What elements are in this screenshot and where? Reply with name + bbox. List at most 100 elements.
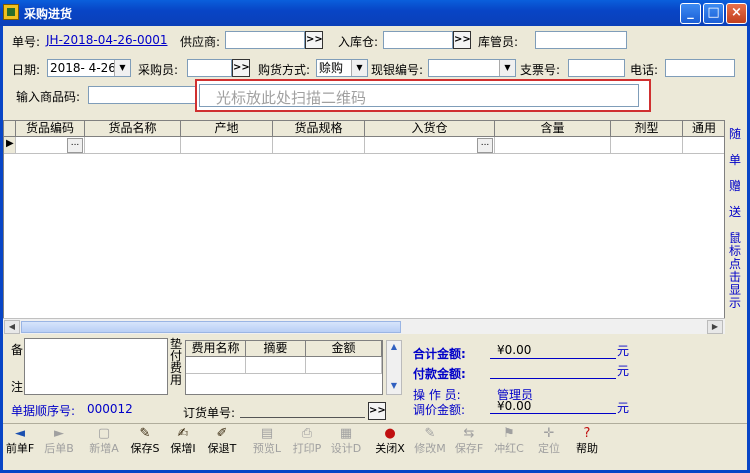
- cell-generic[interactable]: [683, 137, 724, 154]
- product-code-field[interactable]: [88, 86, 196, 104]
- serial-label: 单据顺序号:: [11, 404, 76, 418]
- reverse-button[interactable]: ⚑ 冲红C: [492, 426, 526, 460]
- adjust-label: 调价金额:: [413, 403, 466, 417]
- supplier-field[interactable]: [225, 31, 305, 49]
- fee-table[interactable]: 费用名称 摘要 金额: [185, 340, 383, 395]
- fee-col-amount[interactable]: 金额: [306, 341, 382, 357]
- edit-icon: ✎: [424, 426, 436, 441]
- order-ref-browse-button[interactable]: >>: [368, 402, 386, 420]
- scan-box[interactable]: 光标放此处扫描二维码: [195, 79, 651, 112]
- total-underline: [490, 358, 616, 359]
- cell-origin[interactable]: [181, 137, 273, 154]
- memo-label-bottom: 注: [11, 380, 24, 394]
- adjust-underline: [490, 413, 616, 414]
- warehouse-browse-button[interactable]: >>: [453, 31, 471, 49]
- edit-button[interactable]: ✎ 修改M: [413, 426, 447, 460]
- sidebar-char: 单: [728, 153, 741, 167]
- lookup-button[interactable]: ...: [67, 138, 83, 153]
- close-window-button[interactable]: ×: [726, 3, 747, 24]
- paid-label: 付款金额:: [413, 367, 466, 381]
- cell-dosage[interactable]: [611, 137, 683, 154]
- warehouse-field[interactable]: [383, 31, 453, 49]
- next-button[interactable]: ► 后单B: [42, 426, 76, 460]
- window-title: 采购进货: [24, 7, 73, 21]
- preview-button[interactable]: ▤ 预览L: [250, 426, 284, 460]
- buyer-label: 采购员:: [138, 63, 179, 77]
- check-no-field[interactable]: [568, 59, 625, 77]
- help-button[interactable]: ? 帮助: [570, 426, 604, 460]
- cell-spec[interactable]: [273, 137, 365, 154]
- fee-cell[interactable]: [246, 357, 306, 374]
- cell-warehouse[interactable]: ...: [365, 137, 495, 154]
- locate-icon: ✛: [543, 426, 555, 441]
- check-no-label: 支票号:: [520, 63, 561, 77]
- serial-value: 000012: [87, 402, 133, 416]
- purchase-method-select[interactable]: 赊购 ▼: [316, 59, 368, 77]
- phone-field[interactable]: [665, 59, 735, 77]
- save-button[interactable]: ✎ 保存S: [128, 426, 162, 460]
- memo-label-top: 备: [11, 343, 24, 357]
- design-button[interactable]: ▦ 设计D: [329, 426, 363, 460]
- keeper-field[interactable]: [535, 31, 627, 49]
- supplier-label: 供应商:: [180, 35, 221, 49]
- supplier-browse-button[interactable]: >>: [305, 31, 323, 49]
- scroll-left-icon[interactable]: ◀: [4, 320, 20, 334]
- date-picker[interactable]: 2018- 4-26 ▼: [47, 59, 131, 77]
- chevron-down-icon[interactable]: ▼: [114, 60, 130, 76]
- col-product-name[interactable]: 货品名称: [85, 121, 181, 137]
- scroll-right-icon[interactable]: ▶: [707, 320, 723, 334]
- col-generic[interactable]: 通用: [683, 121, 724, 137]
- cash-no-select[interactable]: ▼: [428, 59, 516, 77]
- fee-col-summary[interactable]: 摘要: [246, 341, 306, 357]
- row-indicator-header: [4, 121, 16, 137]
- cell-product-code[interactable]: ...: [16, 137, 85, 154]
- col-spec[interactable]: 货品规格: [273, 121, 365, 137]
- sidebar-char: 示: [728, 296, 741, 310]
- save-return-button[interactable]: ✐ 保退T: [205, 426, 239, 460]
- scroll-thumb[interactable]: [21, 321, 401, 333]
- lookup-button[interactable]: ...: [477, 138, 493, 153]
- col-content[interactable]: 含量: [495, 121, 611, 137]
- order-ref-field[interactable]: [240, 417, 365, 418]
- grid-horizontal-scrollbar[interactable]: ◀ ▶: [3, 318, 725, 334]
- cell-product-name[interactable]: [85, 137, 181, 154]
- locate-button[interactable]: ✛ 定位: [532, 426, 566, 460]
- print-button[interactable]: ⎙ 打印P: [290, 426, 324, 460]
- items-grid[interactable]: 货品编码 货品名称 产地 货品规格 入货仓 含量 剂型 通用 ▶ ... ...: [3, 120, 725, 332]
- help-icon: ?: [583, 426, 591, 441]
- minimize-button[interactable]: _: [680, 3, 701, 24]
- chevron-down-icon[interactable]: ▼: [351, 60, 367, 76]
- new-button[interactable]: ▢ 新增A: [87, 426, 121, 460]
- gift-sidebar-link[interactable]: 随 单 赠 送 鼠 标 点 击 显 示: [727, 120, 743, 332]
- chevron-down-icon[interactable]: ▼: [499, 60, 515, 76]
- buyer-field[interactable]: [187, 59, 232, 77]
- col-product-code[interactable]: 货品编码: [16, 121, 85, 137]
- scroll-down-icon[interactable]: ▼: [388, 381, 400, 393]
- paid-field[interactable]: [490, 378, 616, 379]
- maximize-button[interactable]: □: [703, 3, 724, 24]
- advance-char: 用: [170, 373, 183, 387]
- fee-cell[interactable]: [186, 357, 246, 374]
- fee-cell[interactable]: [306, 357, 382, 374]
- col-warehouse[interactable]: 入货仓: [365, 121, 495, 137]
- memo-field[interactable]: [24, 338, 168, 395]
- col-dosage[interactable]: 剂型: [611, 121, 683, 137]
- prev-button[interactable]: ◄ 前单F: [3, 426, 37, 460]
- fee-col-name[interactable]: 费用名称: [186, 341, 246, 357]
- scan-placeholder: 光标放此处扫描二维码: [216, 89, 367, 107]
- col-origin[interactable]: 产地: [181, 121, 273, 137]
- date-value: 2018- 4-26: [50, 61, 116, 75]
- save-f-button[interactable]: ⇆ 保存F: [452, 426, 486, 460]
- product-code-label: 输入商品码:: [16, 90, 81, 104]
- scroll-up-icon[interactable]: ▲: [388, 342, 400, 354]
- cell-content[interactable]: [495, 137, 611, 154]
- buyer-browse-button[interactable]: >>: [232, 59, 250, 77]
- adjust-value: ¥0.00: [497, 399, 532, 413]
- close-button[interactable]: ● 关闭X: [373, 426, 407, 460]
- total-label: 合计金额:: [413, 347, 466, 361]
- scan-input[interactable]: 光标放此处扫描二维码: [199, 84, 639, 107]
- fee-scrollbar[interactable]: ▲ ▼: [386, 340, 402, 395]
- pen-add-icon: ✍: [177, 426, 189, 441]
- order-no-value: JH-2018-04-26-0001: [46, 33, 168, 47]
- save-add-button[interactable]: ✍ 保增I: [166, 426, 200, 460]
